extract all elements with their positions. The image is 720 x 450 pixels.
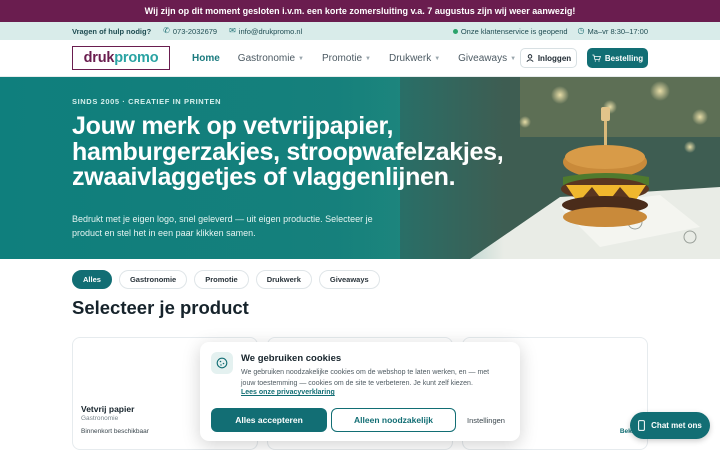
cookie-dialog: We gebruiken cookies We gebruiken noodza… xyxy=(200,342,520,441)
logo-part-promo: promo xyxy=(114,50,159,66)
chevron-down-icon: ▼ xyxy=(365,55,371,62)
logo-part-druk: druk xyxy=(83,50,115,66)
status-dot-icon xyxy=(452,28,458,34)
chat-icon xyxy=(638,420,646,431)
hero-banner: SINDS 2005 · CREATIEF IN PRINTEN Jouw me… xyxy=(0,77,720,259)
hero-kicker: SINDS 2005 · CREATIEF IN PRINTEN xyxy=(72,97,222,106)
phone-icon: ✆ xyxy=(163,26,170,35)
filter-promotie[interactable]: Promotie xyxy=(194,270,249,289)
help-text: Vragen of hulp nodig? xyxy=(72,26,152,36)
nav-giveaways-label: Giveaways xyxy=(458,53,508,64)
cookie-title: We gebruiken cookies xyxy=(241,353,342,364)
cookie-icon xyxy=(211,352,233,374)
phone-link[interactable]: ✆ 073-2032679 xyxy=(163,27,217,36)
chat-button[interactable]: Chat met ons xyxy=(630,412,710,439)
nav-gastronomie-label: Gastronomie xyxy=(237,53,296,64)
privacy-link[interactable]: Lees onze privacyverklaring xyxy=(241,389,335,396)
order-button[interactable]: Bestelling xyxy=(587,48,648,68)
nav-drukwerk-label: Drukwerk xyxy=(388,53,432,64)
nav-home[interactable]: Home xyxy=(192,53,220,64)
opening-hours-text: Ma–vr 8:30–17:00 xyxy=(587,26,648,36)
necessary-only-button[interactable]: Alleen noodzakelijk xyxy=(331,408,456,432)
cookie-text: We gebruiken noodzakelijke cookies om de… xyxy=(241,369,490,387)
cookie-settings-button[interactable]: Instellingen xyxy=(464,408,508,432)
contact-bar: Vragen of hulp nodig? ✆ 073-2032679 ✉ in… xyxy=(0,22,720,40)
nav-home-label: Home xyxy=(192,53,220,64)
accept-all-button[interactable]: Alles accepteren xyxy=(211,408,327,432)
email-link[interactable]: ✉ info@drukpromo.nl xyxy=(229,27,302,36)
hero-headline: Jouw merk op vetvrijpapier, hamburgerzak… xyxy=(72,112,504,191)
nav-giveaways[interactable]: Giveaways ▼ xyxy=(458,53,516,64)
logo[interactable]: druk promo xyxy=(72,46,170,70)
login-label: Inloggen xyxy=(537,53,572,63)
service-status: Onze klantenservice is geopend xyxy=(452,26,568,36)
nav-promotie[interactable]: Promotie ▼ xyxy=(322,53,371,64)
category-filters: Alles Gastronomie Promotie Drukwerk Give… xyxy=(72,270,380,289)
filter-alles[interactable]: Alles xyxy=(72,270,112,289)
nav-promotie-label: Promotie xyxy=(322,53,363,64)
hero-subtitle: Bedrukt met je eigen logo, snel geleverd… xyxy=(72,214,373,238)
product-title: Vetvrij papier xyxy=(81,404,135,414)
filter-gastronomie[interactable]: Gastronomie xyxy=(118,270,188,289)
email-address: info@drukpromo.nl xyxy=(238,26,303,36)
mail-icon: ✉ xyxy=(229,26,236,35)
service-status-text: Onze klantenservice is geopend xyxy=(460,26,568,36)
phone-number: 073-2032679 xyxy=(172,26,218,36)
chevron-down-icon: ▼ xyxy=(434,55,441,62)
chevron-down-icon: ▼ xyxy=(510,55,517,62)
login-button[interactable]: Inloggen xyxy=(520,48,577,68)
filter-giveaways[interactable]: Giveaways xyxy=(318,270,380,289)
order-label: Bestelling xyxy=(604,53,644,63)
clock-icon: ◷ xyxy=(577,26,585,35)
cart-icon xyxy=(592,54,601,62)
nav-menu: Home Gastronomie ▼ Promotie ▼ Drukwerk ▼ Gi… xyxy=(192,40,516,77)
announcement-text: Wij zijn op dit moment gesloten i.v.m. e… xyxy=(144,6,576,16)
section-title: Selecteer je product xyxy=(72,297,249,318)
filter-drukwerk[interactable]: Drukwerk xyxy=(255,270,312,289)
announcement-bar: Wij zijn op dit moment gesloten i.v.m. e… xyxy=(0,0,720,22)
opening-hours: ◷ Ma–vr 8:30–17:00 xyxy=(578,27,648,36)
nav-gastronomie[interactable]: Gastronomie ▼ xyxy=(238,53,304,64)
chat-label: Chat met ons xyxy=(651,421,702,430)
user-icon xyxy=(526,54,534,62)
nav-drukwerk[interactable]: Drukwerk ▼ xyxy=(389,53,440,64)
product-availability: Binnenkort beschikbaar xyxy=(81,428,149,435)
product-category: Gastronomie xyxy=(81,415,119,422)
chevron-down-icon: ▼ xyxy=(298,55,304,62)
